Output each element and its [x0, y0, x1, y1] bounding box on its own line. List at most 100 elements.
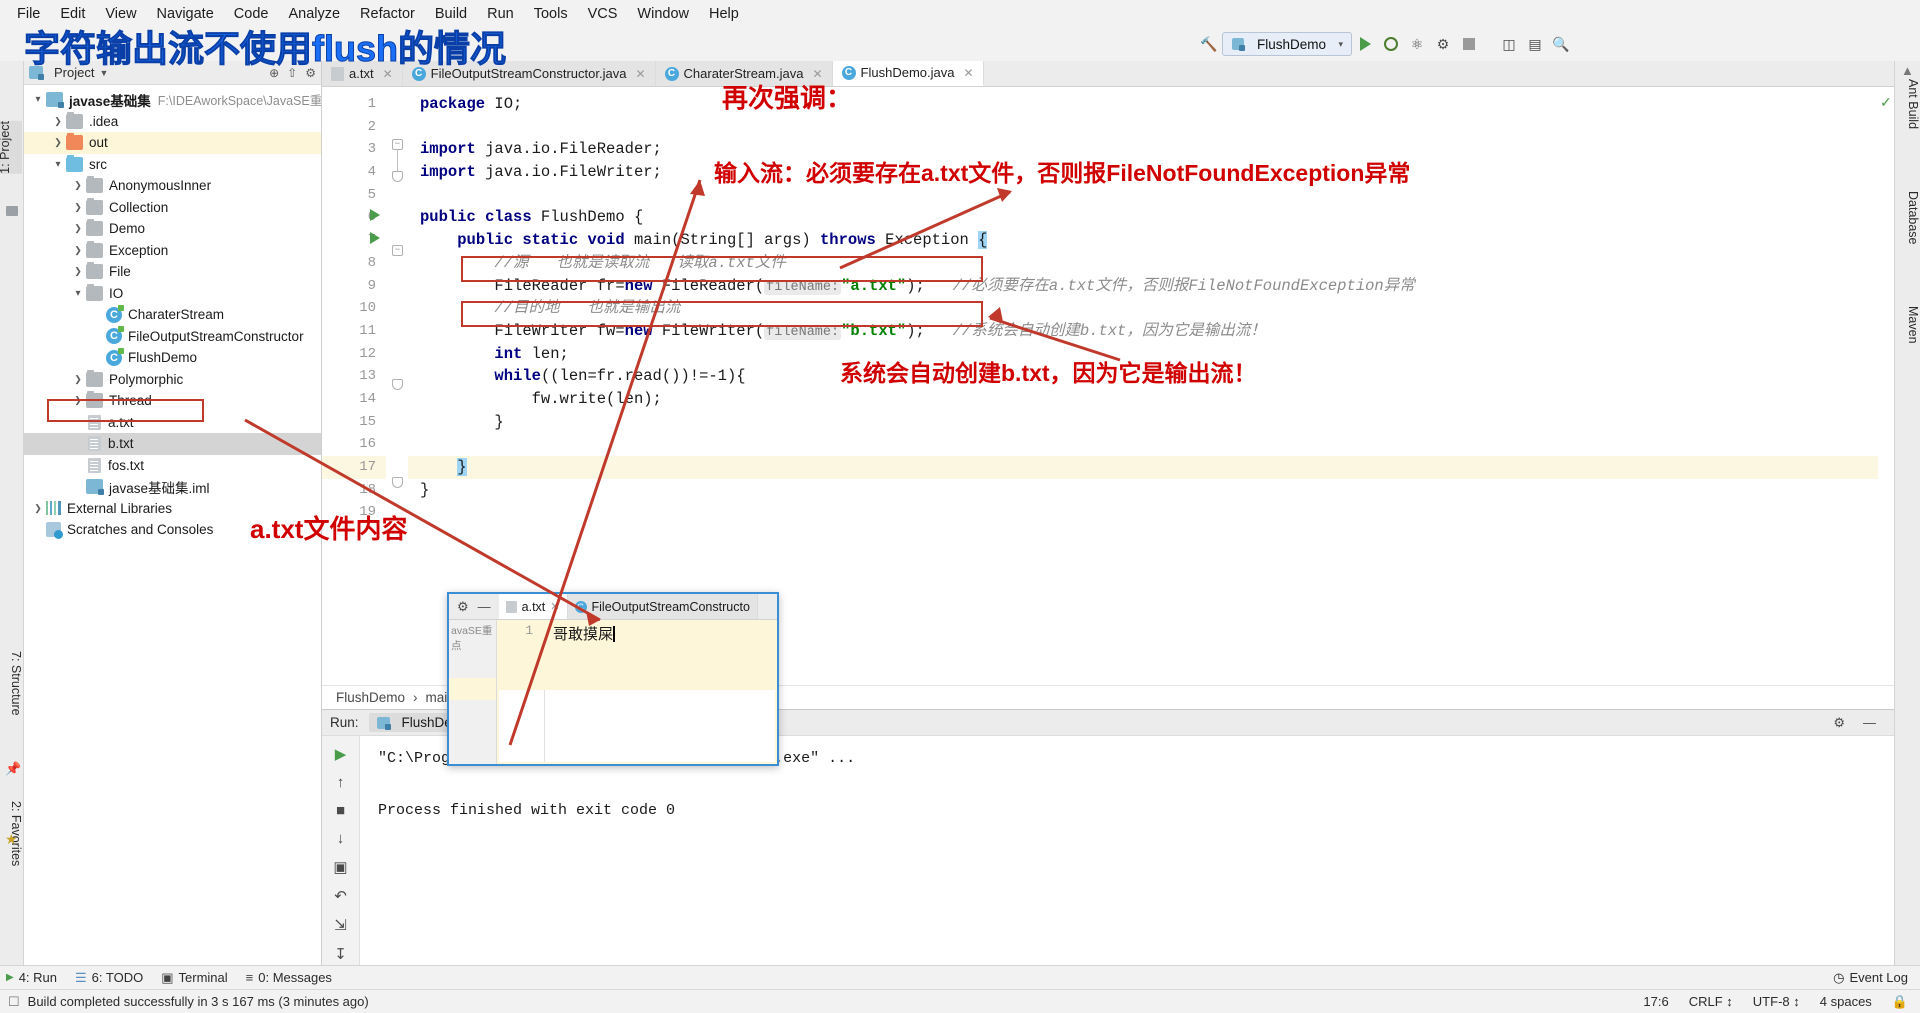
breadcrumb-class[interactable]: FlushDemo	[336, 690, 405, 705]
debug-icon[interactable]	[1378, 32, 1404, 56]
fold-icon[interactable]: −	[392, 245, 403, 256]
fold-icon[interactable]: −	[392, 139, 403, 150]
tree-row-src[interactable]: ▾src	[24, 154, 321, 176]
bottom-tab-messages[interactable]: ≡0: Messages	[246, 970, 332, 985]
tree-row-idea[interactable]: ❯.idea	[24, 111, 321, 133]
minimize-icon[interactable]: —	[1863, 715, 1876, 731]
bottom-tab-todo[interactable]: ☰6: TODO	[75, 970, 143, 986]
tree-row-exception[interactable]: ❯Exception	[24, 240, 321, 262]
run-configuration-selector[interactable]: FlushDemo ▾	[1222, 32, 1352, 56]
tree-row-charaterstream[interactable]: CCharaterStream	[24, 304, 321, 326]
profile-icon[interactable]: ⚙	[1430, 32, 1456, 56]
menu-code[interactable]: Code	[225, 3, 278, 25]
close-icon[interactable]: ✕	[550, 600, 559, 613]
hide-icon[interactable]: ▲	[1901, 63, 1914, 78]
camera-icon[interactable]: ▣	[333, 858, 347, 876]
scroll-down-icon[interactable]: ↓	[337, 830, 345, 847]
menu-refactor[interactable]: Refactor	[351, 3, 424, 25]
tree-row-polymorphic[interactable]: ❯Polymorphic	[24, 369, 321, 391]
gear-icon[interactable]: ⚙	[1833, 715, 1845, 731]
chevron-right-icon[interactable]: ❯	[50, 137, 66, 148]
sidebar-item-ant-build[interactable]: Ant Build	[1894, 79, 1920, 129]
editor-tab-charaterstream[interactable]: C CharaterStream.java✕	[656, 61, 833, 86]
tree-row-demo[interactable]: ❯Demo	[24, 218, 321, 240]
bottom-tab-terminal[interactable]: ▣Terminal	[161, 970, 227, 986]
chevron-right-icon[interactable]: ❯	[70, 266, 86, 277]
sidebar-item-structure[interactable]: 7: Structure	[0, 651, 23, 716]
run-gutter-icon[interactable]	[370, 232, 380, 244]
event-log-button[interactable]: ◷Event Log	[1833, 970, 1908, 986]
chevron-down-icon[interactable]: ▾	[70, 288, 86, 299]
tree-row-javase-iml[interactable]: javase基础集.iml	[24, 476, 321, 498]
menu-vcs[interactable]: VCS	[579, 3, 627, 25]
collapse-icon[interactable]: ⊕	[269, 66, 279, 80]
fold-icon[interactable]	[392, 477, 403, 488]
menu-view[interactable]: View	[96, 3, 145, 25]
menu-tools[interactable]: Tools	[525, 3, 577, 25]
menu-analyze[interactable]: Analyze	[279, 3, 349, 25]
fold-icon[interactable]	[392, 171, 403, 182]
console-output[interactable]: "C:\Program Files\Java\jdk1.8.0_192\bin\…	[360, 736, 1894, 965]
menu-help[interactable]: Help	[700, 3, 748, 25]
tree-row-anonymousinner[interactable]: ❯AnonymousInner	[24, 175, 321, 197]
minimize-icon[interactable]: —	[478, 599, 491, 614]
indent-setting[interactable]: 4 spaces	[1820, 994, 1872, 1009]
caret-position[interactable]: 17:6	[1643, 994, 1668, 1009]
settings-icon[interactable]: ▤	[1522, 32, 1548, 56]
chevron-right-icon[interactable]: ❯	[70, 180, 86, 191]
editor-tab-fileoutputstreamconstructor[interactable]: C FileOutputStreamConstructor.java✕	[403, 61, 656, 86]
tree-row-a-txt[interactable]: a.txt	[24, 412, 321, 434]
run-gutter-icon[interactable]	[370, 209, 380, 221]
close-icon[interactable]: ✕	[635, 67, 645, 81]
chevron-right-icon[interactable]: ❯	[70, 395, 86, 406]
gear-icon[interactable]: ⚙	[457, 599, 469, 615]
editor-tab-flushdemo[interactable]: C FlushDemo.java✕	[833, 61, 984, 86]
chevron-down-icon[interactable]: ▾	[50, 159, 66, 170]
stop-icon[interactable]: ■	[336, 802, 345, 819]
gear-icon[interactable]: ⚙	[305, 66, 316, 80]
search-icon[interactable]: 🔍	[1548, 32, 1574, 56]
scroll-up-icon[interactable]: ↑	[337, 774, 345, 791]
floating-tab-fileoutputstreamconstructor[interactable]: C FileOutputStreamConstructo	[568, 594, 758, 619]
wrap-icon[interactable]: ↶	[334, 887, 347, 905]
bottom-tab-run[interactable]: ▶4: Run	[6, 970, 57, 985]
rerun-icon[interactable]: ▶	[335, 745, 347, 763]
layout-icon[interactable]: ◫	[1496, 32, 1522, 56]
chevron-right-icon[interactable]: ❯	[70, 374, 86, 385]
tree-row-external-libraries[interactable]: ❯External Libraries	[24, 498, 321, 520]
menu-run[interactable]: Run	[478, 3, 523, 25]
file-encoding[interactable]: UTF-8 ↕	[1753, 994, 1800, 1009]
line-separator[interactable]: CRLF ↕	[1689, 994, 1733, 1009]
floating-tab-a-txt[interactable]: a.txt ✕	[499, 594, 568, 619]
tree-row-flushdemo[interactable]: CFlushDemo	[24, 347, 321, 369]
build-icon[interactable]: 🔨	[1196, 32, 1222, 56]
chevron-right-icon[interactable]: ❯	[70, 223, 86, 234]
tree-row-scratches-and-consoles[interactable]: Scratches and Consoles	[24, 519, 321, 541]
menu-build[interactable]: Build	[426, 3, 476, 25]
tree-row-b-txt[interactable]: b.txt	[24, 433, 321, 455]
tree-row-io[interactable]: ▾IO	[24, 283, 321, 305]
chevron-right-icon[interactable]: ❯	[70, 245, 86, 256]
scroll-from-source-icon[interactable]: ⇧	[287, 66, 297, 80]
menu-window[interactable]: Window	[628, 3, 698, 25]
chevron-down-icon[interactable]: ▾	[30, 94, 46, 105]
tree-row-thread[interactable]: ❯Thread	[24, 390, 321, 412]
coverage-icon[interactable]: ⚛	[1404, 32, 1430, 56]
editor-marker-gutter[interactable]: ✓	[1878, 87, 1894, 685]
close-icon[interactable]: ✕	[812, 67, 822, 81]
run-icon[interactable]	[1352, 32, 1378, 56]
project-tree[interactable]: ▾ javase基础集 F:\IDEAworkSpace\JavaSE重点 ❯.…	[24, 85, 321, 965]
chevron-down-icon[interactable]: ▼	[99, 68, 108, 78]
menu-navigate[interactable]: Navigate	[148, 3, 223, 25]
chevron-right-icon[interactable]: ❯	[50, 116, 66, 127]
tree-row-out[interactable]: ❯out	[24, 132, 321, 154]
lock-icon[interactable]: 🔒	[1892, 994, 1908, 1010]
menu-file[interactable]: File	[8, 3, 49, 25]
scroll-end-icon[interactable]: ↧	[334, 945, 347, 963]
menu-edit[interactable]: Edit	[51, 3, 94, 25]
close-icon[interactable]: ✕	[963, 66, 973, 80]
chevron-right-icon[interactable]: ❯	[30, 503, 46, 514]
stop-icon[interactable]	[1456, 32, 1482, 56]
tree-row-file[interactable]: ❯File	[24, 261, 321, 283]
tree-row-root[interactable]: ▾ javase基础集 F:\IDEAworkSpace\JavaSE重点	[24, 89, 321, 111]
